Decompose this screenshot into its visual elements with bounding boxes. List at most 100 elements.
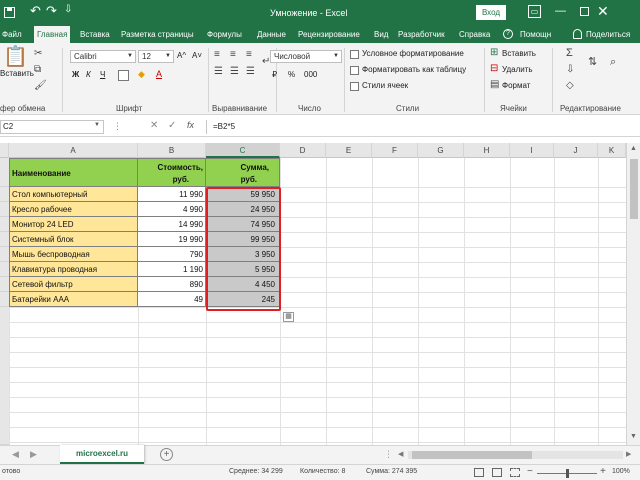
delete-cells-button[interactable]: Удалить — [502, 65, 533, 74]
tab-help[interactable]: Справка — [459, 26, 490, 43]
tab-page-layout[interactable]: Разметка страницы — [121, 26, 194, 43]
align-right-icon[interactable]: ☰ — [246, 67, 255, 77]
tab-insert[interactable]: Вставка — [80, 26, 110, 43]
column-header-h[interactable]: H — [464, 143, 510, 158]
cell-cost[interactable]: 890 — [138, 277, 206, 292]
tell-me-button[interactable]: Помощн — [520, 26, 551, 43]
format-as-table-button[interactable]: Форматировать как таблицу — [362, 65, 466, 74]
cell-sum[interactable]: 99 950 — [206, 232, 280, 247]
font-color-icon[interactable]: A — [156, 69, 162, 79]
row-header[interactable] — [0, 217, 9, 232]
chevron-down-icon[interactable]: ▼ — [94, 122, 100, 128]
header-cell-name[interactable]: Наименование — [9, 158, 138, 187]
tab-developer[interactable]: Разработчик — [398, 26, 445, 43]
page-layout-view-icon[interactable] — [492, 468, 502, 477]
cell-name[interactable]: Батарейки ААА — [9, 292, 138, 307]
fill-icon[interactable]: ⇩ — [566, 65, 574, 75]
paste-button-label[interactable]: Вставить — [0, 69, 34, 78]
header-cell-sum[interactable]: Сумма, руб. — [206, 158, 280, 187]
percent-format-button[interactable]: % — [288, 70, 295, 79]
cell-cost[interactable]: 19 990 — [138, 232, 206, 247]
column-header-b[interactable]: B — [138, 143, 206, 158]
save-icon[interactable] — [4, 7, 15, 18]
name-box[interactable]: C2 — [0, 120, 104, 134]
cell-sum[interactable]: 74 950 — [206, 217, 280, 232]
align-middle-icon[interactable]: ≡ — [230, 50, 236, 60]
row-header[interactable] — [0, 187, 9, 202]
number-format-select[interactable]: Числовой ▼ — [270, 50, 342, 63]
sheet-prev-icon[interactable]: ◀ — [12, 449, 19, 460]
autosum-icon[interactable]: Σ — [566, 48, 573, 59]
tab-home[interactable]: Главная — [34, 26, 71, 43]
row-header[interactable] — [0, 158, 9, 187]
column-header-i[interactable]: I — [510, 143, 554, 158]
sheet-tab[interactable]: microexcel.ru — [60, 445, 144, 464]
cell-name[interactable]: Сетевой фильтр — [9, 277, 138, 292]
undo-icon[interactable]: ↶ — [30, 3, 41, 19]
row-header[interactable] — [0, 247, 9, 262]
italic-button[interactable]: К — [86, 70, 91, 79]
column-header-a[interactable]: A — [9, 143, 138, 158]
cell-name[interactable]: Стол компьютерный — [9, 187, 138, 202]
cell-cost[interactable]: 790 — [138, 247, 206, 262]
align-top-icon[interactable]: ≡ — [214, 50, 220, 60]
font-size-select[interactable]: 12 ▼ — [138, 50, 174, 63]
cell-sum[interactable]: 3 950 — [206, 247, 280, 262]
cell-name[interactable]: Системный блок — [9, 232, 138, 247]
qat-customize-icon[interactable]: ⇩ — [64, 4, 72, 15]
cell-sum[interactable]: 4 450 — [206, 277, 280, 292]
cell-name[interactable]: Кресло рабочее — [9, 202, 138, 217]
cell-sum[interactable]: 5 950 — [206, 262, 280, 277]
column-header-k[interactable]: K — [598, 143, 626, 158]
add-sheet-button[interactable]: + — [160, 448, 173, 461]
font-name-select[interactable]: Calibri ▼ — [70, 50, 136, 63]
cell-name[interactable]: Мышь беспроводная — [9, 247, 138, 262]
redo-icon[interactable]: ↷ — [46, 3, 57, 19]
ribbon-display-options-icon[interactable]: ▭ — [528, 5, 541, 18]
cancel-icon[interactable]: ✕ — [150, 120, 158, 131]
zoom-slider-thumb[interactable] — [566, 469, 569, 478]
maximize-icon[interactable] — [580, 7, 589, 16]
quick-analysis-icon[interactable]: ▦ — [283, 312, 294, 322]
conditional-formatting-button[interactable]: Условное форматирование — [362, 49, 464, 58]
align-center-icon[interactable]: ☰ — [230, 67, 239, 77]
tab-split-handle[interactable]: ⋮ — [384, 449, 393, 460]
formula-bar-resize-handle[interactable]: ⋮ — [113, 121, 122, 132]
vertical-scrollbar[interactable]: ▲ ▼ — [626, 143, 640, 445]
scroll-thumb[interactable] — [630, 159, 638, 219]
formula-input[interactable]: =B2*5 — [206, 120, 640, 134]
row-header[interactable] — [0, 307, 9, 445]
format-cells-button[interactable]: Формат — [502, 81, 530, 90]
select-all-corner[interactable] — [0, 143, 9, 158]
share-button[interactable]: Поделиться — [586, 26, 630, 43]
normal-view-icon[interactable] — [474, 468, 484, 477]
cell-cost[interactable]: 11 990 — [138, 187, 206, 202]
insert-function-icon[interactable]: fx — [187, 120, 194, 130]
grow-font-button[interactable]: A^ — [177, 51, 186, 60]
column-header-f[interactable]: F — [372, 143, 418, 158]
borders-icon[interactable] — [118, 70, 129, 81]
scroll-down-icon[interactable]: ▼ — [630, 433, 637, 440]
format-painter-icon[interactable]: 🖌 — [34, 81, 47, 91]
cell-sum[interactable]: 24 950 — [206, 202, 280, 217]
row-header[interactable] — [0, 292, 9, 307]
cell-name[interactable]: Клавиатура проводная — [9, 262, 138, 277]
column-header-e[interactable]: E — [326, 143, 372, 158]
row-header[interactable] — [0, 202, 9, 217]
shrink-font-button[interactable]: A˅ — [192, 51, 202, 60]
zoom-in-button[interactable]: + — [600, 466, 606, 477]
horizontal-scroll-thumb[interactable] — [412, 451, 532, 459]
column-header-j[interactable]: J — [554, 143, 598, 158]
scroll-up-icon[interactable]: ▲ — [630, 145, 637, 152]
cell-name[interactable]: Монитор 24 LED — [9, 217, 138, 232]
zoom-level[interactable]: 100% — [612, 468, 630, 475]
sheet-next-icon[interactable]: ▶ — [30, 449, 37, 460]
cell-cost[interactable]: 1 190 — [138, 262, 206, 277]
cell-sum[interactable]: 59 950 — [206, 187, 280, 202]
enter-icon[interactable]: ✓ — [168, 120, 176, 131]
header-cell-cost[interactable]: Стоимость, руб. — [138, 158, 206, 187]
cell-styles-button[interactable]: Стили ячеек — [362, 81, 408, 90]
scroll-right-icon[interactable]: ▶ — [626, 450, 631, 458]
clear-icon[interactable]: ◇ — [566, 81, 574, 91]
column-header-d[interactable]: D — [280, 143, 326, 158]
